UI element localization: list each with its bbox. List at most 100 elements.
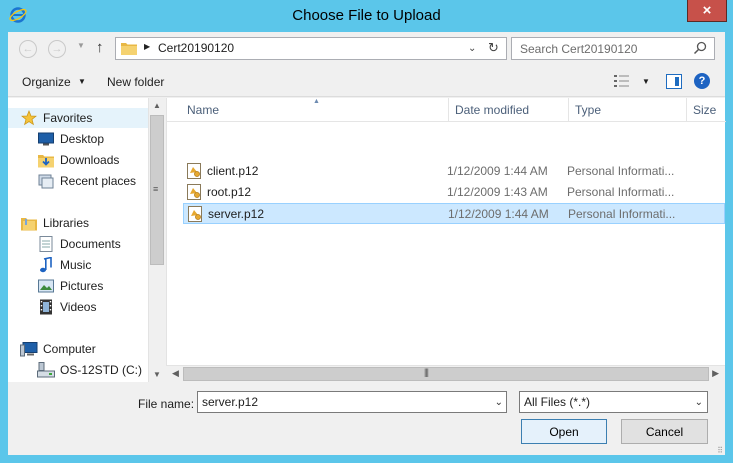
libraries-icon [20, 215, 38, 231]
open-button-label: Open [549, 424, 579, 439]
close-icon: × [702, 2, 712, 19]
nav-item-recent-places[interactable]: Recent places [8, 171, 148, 191]
column-header-type[interactable]: Type [569, 98, 687, 122]
computer-icon [20, 341, 38, 357]
change-view-icon[interactable] [614, 74, 630, 88]
scrollbar-grip-icon: ||| [424, 367, 429, 377]
file-name-input[interactable]: server.p12 [202, 395, 258, 409]
file-type: Personal Informati... [567, 164, 675, 178]
certificate-file-icon [188, 206, 202, 222]
scroll-up-arrow-icon[interactable]: ▲ [153, 101, 161, 110]
folder-icon [121, 43, 137, 55]
view-options-chevron-down-icon[interactable]: ▼ [642, 77, 650, 86]
address-bar[interactable]: ▶ Cert20190120 ⌄ ↻ [115, 37, 507, 60]
nav-item-documents[interactable]: Documents [8, 234, 148, 254]
forward-arrow-icon: → [51, 43, 63, 55]
nav-item-desktop[interactable]: Desktop [8, 129, 148, 149]
nav-item-label: Computer [43, 342, 96, 356]
column-header-name[interactable]: Name [181, 98, 449, 122]
nav-item-videos[interactable]: Videos [8, 297, 148, 317]
scroll-right-arrow-icon[interactable]: ▶ [712, 368, 719, 379]
resize-grip-icon[interactable]: ⠿ [717, 447, 723, 455]
nav-item-label: Desktop [60, 132, 105, 146]
column-header-date-modified[interactable]: Date modified [449, 98, 569, 122]
file-date-modified: 1/12/2009 1:43 AM [447, 185, 548, 199]
scroll-down-arrow-icon[interactable]: ▼ [153, 370, 161, 379]
address-path[interactable]: Cert20190120 [158, 41, 234, 55]
column-headers: ▲ Name Date modified Type Size [167, 98, 726, 122]
file-type-filter-value: All Files (*.*) [524, 395, 591, 409]
file-date-modified: 1/12/2009 1:44 AM [448, 207, 549, 221]
file-type-filter[interactable]: All Files (*.*) ⌄ [519, 391, 708, 413]
open-button[interactable]: Open [521, 419, 607, 444]
organize-button[interactable]: Organize [22, 75, 71, 89]
nav-item-favorites[interactable]: Favorites [8, 108, 148, 128]
music-icon [37, 257, 55, 273]
certificate-file-icon [187, 163, 201, 179]
file-type: Personal Informati... [568, 207, 676, 221]
nav-item-downloads[interactable]: Downloads [8, 150, 148, 170]
star-icon [20, 110, 38, 126]
file-name-combobox[interactable]: server.p12 ⌄ [197, 391, 507, 413]
close-button[interactable]: × [687, 0, 727, 22]
cancel-button[interactable]: Cancel [621, 419, 708, 444]
file-list: ▲ Name Date modified Type Size client.p1… [166, 98, 726, 382]
search-placeholder[interactable]: Search Cert20190120 [520, 42, 637, 56]
drive-icon [37, 362, 55, 378]
address-dropdown-chevron-icon[interactable]: ⌄ [468, 43, 476, 54]
navigation-bar: ← → ▼ ↑ ▶ Cert20190120 ⌄ ↻ Search Cert20… [8, 32, 725, 66]
file-type: Personal Informati... [567, 185, 675, 199]
organize-chevron-down-icon[interactable]: ▼ [78, 77, 86, 86]
navigation-pane-scrollbar[interactable]: ▲ ≡ ▼ [148, 98, 165, 382]
file-row-server[interactable]: server.p12 1/12/2009 1:44 AM Personal In… [183, 203, 725, 224]
title-bar: Choose File to Upload × [0, 0, 733, 32]
file-name: client.p12 [207, 164, 259, 178]
recent-locations-chevron-icon[interactable]: ▼ [77, 41, 85, 50]
nav-item-libraries[interactable]: Libraries [8, 213, 148, 233]
nav-item-label: Libraries [43, 216, 90, 230]
file-list-horizontal-scrollbar[interactable]: ◀ ||| ▶ [166, 365, 725, 382]
file-date-modified: 1/12/2009 1:44 AM [447, 164, 548, 178]
nav-item-label: OS-12STD (C:) [60, 363, 143, 377]
certificate-file-icon [187, 184, 201, 200]
nav-item-os-drive[interactable]: OS-12STD (C:) [8, 360, 148, 380]
file-name: root.p12 [207, 185, 252, 199]
dialog-body: ← → ▼ ↑ ▶ Cert20190120 ⌄ ↻ Search Cert20… [8, 32, 726, 455]
downloads-icon [37, 152, 55, 168]
nav-item-label: Music [60, 258, 92, 272]
back-button[interactable]: ← [19, 40, 37, 58]
recent-places-icon [37, 173, 55, 189]
scroll-left-arrow-icon[interactable]: ◀ [172, 368, 179, 379]
nav-item-label: Pictures [60, 279, 104, 293]
breadcrumb-arrow-icon[interactable]: ▶ [144, 42, 150, 51]
nav-item-label: Downloads [60, 153, 120, 167]
file-name: server.p12 [208, 207, 265, 221]
nav-item-label: Videos [60, 300, 97, 314]
back-arrow-icon: ← [22, 43, 34, 55]
desktop-icon [37, 131, 55, 147]
nav-item-pictures[interactable]: Pictures [8, 276, 148, 296]
search-box[interactable]: Search Cert20190120 [511, 37, 715, 60]
new-folder-button[interactable]: New folder [107, 75, 164, 89]
pictures-icon [37, 278, 55, 294]
scrollbar-grip-icon: ≡ [153, 184, 159, 194]
column-header-size[interactable]: Size [687, 98, 726, 122]
preview-pane-icon[interactable] [666, 74, 682, 89]
up-arrow-icon[interactable]: ↑ [96, 39, 104, 56]
navigation-pane: Favorites Desktop Downloads Recent place… [8, 98, 148, 382]
file-row-root[interactable]: root.p12 1/12/2009 1:43 AM Personal Info… [183, 182, 725, 203]
file-row-client[interactable]: client.p12 1/12/2009 1:44 AM Personal In… [183, 161, 725, 182]
documents-icon [37, 236, 55, 252]
nav-item-computer[interactable]: Computer [8, 339, 148, 359]
file-name-chevron-down-icon[interactable]: ⌄ [495, 397, 503, 408]
window-title: Choose File to Upload [292, 7, 441, 24]
nav-item-label: Documents [60, 237, 121, 251]
refresh-icon[interactable]: ↻ [488, 40, 499, 56]
search-icon[interactable] [693, 41, 707, 55]
forward-button[interactable]: → [48, 40, 66, 58]
help-icon[interactable]: ? [694, 73, 710, 89]
command-bar: Organize ▼ New folder ▼ ? [8, 66, 725, 97]
scrollbar-thumb[interactable] [183, 367, 709, 381]
nav-item-music[interactable]: Music [8, 255, 148, 275]
file-type-chevron-down-icon[interactable]: ⌄ [695, 397, 703, 408]
